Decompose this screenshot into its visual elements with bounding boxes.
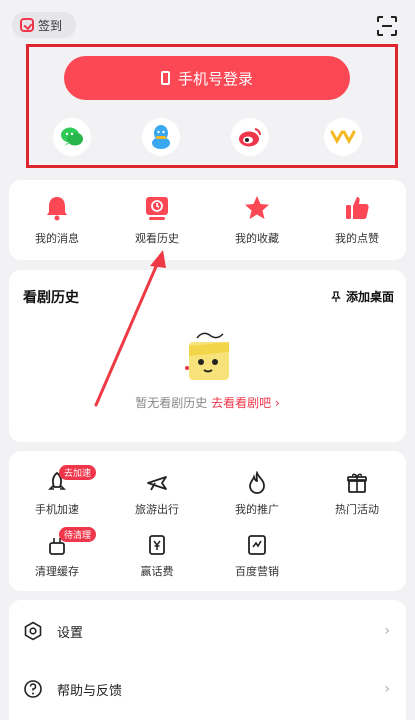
broom-icon: 待清理 <box>45 527 97 557</box>
services-card: 去加速 手机加速 旅游出行 我的推广 热门活动 待清理 清理缓存 赢话费 百度营… <box>9 451 406 591</box>
pin-icon <box>331 290 341 302</box>
help-icon <box>24 680 42 698</box>
quick-access-card: 我的消息 观看历史 我的收藏 我的点赞 <box>9 180 406 260</box>
clear-cache-badge: 待清理 <box>59 527 97 542</box>
my-promotion-label: 我的推广 <box>235 503 279 516</box>
thumb-icon <box>346 197 369 219</box>
gear-icon <box>24 621 42 641</box>
clear-cache-label: 清理缓存 <box>35 565 79 578</box>
speedup-badge: 去加速 <box>59 465 97 480</box>
drama-history-card: 看剧历史 添加桌面 暂无看剧历史 去看看剧吧 › <box>9 270 406 442</box>
add-desktop-button[interactable]: 添加桌面 <box>330 288 394 305</box>
my-favorites-item[interactable]: 我的收藏 <box>209 180 305 260</box>
phone-login-label: 手机号登录 <box>177 69 253 88</box>
win-credit-item[interactable]: 赢话费 <box>109 533 205 579</box>
star-icon <box>245 196 269 219</box>
settings-card: 设置 › 帮助与反馈 › <box>9 600 406 720</box>
hot-events-label: 热门活动 <box>335 503 379 516</box>
my-likes-item[interactable]: 我的点赞 <box>309 180 405 260</box>
wechat-login-button[interactable] <box>53 118 91 156</box>
phone-speedup-label: 手机加速 <box>35 503 79 516</box>
plane-icon <box>147 476 167 491</box>
weibo-icon <box>239 128 262 147</box>
drama-history-title: 看剧历史 <box>23 290 79 306</box>
bell-icon <box>47 197 67 221</box>
checkin-label: 签到 <box>38 18 63 33</box>
phone-login-button[interactable]: 手机号登录 <box>64 56 350 100</box>
history-icon <box>146 197 168 220</box>
weibo-login-button[interactable] <box>231 118 269 156</box>
chevron-right-icon: › <box>384 681 390 697</box>
chart-card-icon <box>248 535 266 555</box>
baidu-marketing-item[interactable]: 百度营销 <box>209 533 305 579</box>
my-messages-item[interactable]: 我的消息 <box>9 180 105 260</box>
scan-icon[interactable] <box>376 15 398 37</box>
watch-history-item[interactable]: 观看历史 <box>109 180 205 260</box>
rocket-icon: 去加速 <box>45 465 97 495</box>
qq-icon <box>152 125 170 149</box>
yy-login-button[interactable] <box>324 118 362 156</box>
help-feedback-row[interactable]: 帮助与反馈 › <box>9 660 406 718</box>
empty-history-text: 暂无看剧历史 去看看剧吧 › <box>9 394 406 411</box>
travel-item[interactable]: 旅游出行 <box>109 471 205 517</box>
qq-login-button[interactable] <box>142 118 180 156</box>
clear-cache-item[interactable]: 待清理 清理缓存 <box>9 527 105 579</box>
travel-label: 旅游出行 <box>135 503 179 516</box>
flame-icon <box>249 471 265 494</box>
watch-history-label: 观看历史 <box>135 232 179 245</box>
empty-history-illustration <box>185 332 229 380</box>
phone-speedup-item[interactable]: 去加速 手机加速 <box>9 465 105 517</box>
help-feedback-label: 帮助与反馈 <box>57 683 123 699</box>
my-promotion-item[interactable]: 我的推广 <box>209 471 305 517</box>
checkin-icon <box>20 18 34 32</box>
baidu-marketing-label: 百度营销 <box>235 565 279 578</box>
my-likes-label: 我的点赞 <box>335 232 379 245</box>
add-desktop-label: 添加桌面 <box>345 290 394 304</box>
go-watch-link[interactable]: 去看看剧吧 › <box>211 396 280 410</box>
settings-row[interactable]: 设置 › <box>9 602 406 660</box>
chevron-right-icon: › <box>384 623 390 639</box>
win-credit-label: 赢话费 <box>140 565 174 578</box>
phone-icon <box>160 71 170 85</box>
settings-label: 设置 <box>57 625 84 641</box>
my-favorites-label: 我的收藏 <box>235 232 279 245</box>
gift-icon <box>347 473 367 493</box>
checkin-button[interactable]: 签到 <box>12 12 76 38</box>
yy-icon <box>330 130 356 145</box>
empty-history-message: 暂无看剧历史 <box>135 396 208 410</box>
yen-card-icon <box>149 535 165 555</box>
go-watch-arrow-icon: › <box>274 396 280 410</box>
wechat-icon <box>61 127 83 146</box>
my-messages-label: 我的消息 <box>35 232 79 245</box>
top-bar: 签到 <box>0 0 415 50</box>
go-watch-label: 去看看剧吧 <box>211 396 272 410</box>
hot-events-item[interactable]: 热门活动 <box>309 471 405 517</box>
